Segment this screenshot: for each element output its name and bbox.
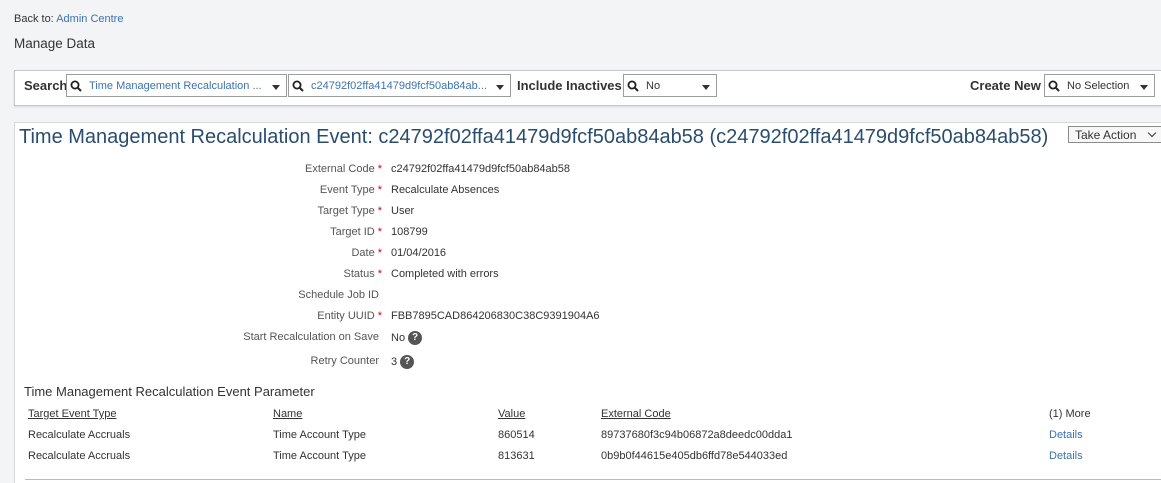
create-new-value: No Selection: [1067, 80, 1130, 92]
field-label-target-type: Target Type *: [317, 205, 382, 217]
chevron-down-icon: [496, 85, 504, 90]
field-value-date: 01/04/2016: [391, 247, 447, 259]
field-label-start-recalculation: Start Recalculation on Save: [243, 331, 379, 343]
include-inactives-label: Include Inactives:: [517, 78, 627, 93]
field-value-external-code: c24792f02ffa41479d9fcf50ab84ab58: [391, 163, 571, 175]
cell-value: 860514: [498, 429, 535, 441]
field-label-retry-counter: Retry Counter: [310, 355, 379, 367]
field-value-target-type: User: [391, 205, 415, 217]
help-icon[interactable]: ?: [400, 355, 415, 369]
record-select[interactable]: c24792f02ffa41479d9fcf50ab84ab...: [288, 74, 511, 97]
take-action-button[interactable]: Take Action: [1068, 126, 1161, 143]
field-value-target-id: 108799: [391, 226, 428, 238]
field-label-schedule-job-id: Schedule Job ID: [298, 289, 379, 301]
cell-name: Time Account Type: [273, 429, 366, 441]
admin-centre-link[interactable]: Admin Centre: [56, 13, 123, 25]
help-icon[interactable]: ?: [408, 331, 423, 345]
page-title: Manage Data: [14, 36, 96, 51]
parameter-section-title: Time Management Recalculation Event Para…: [24, 384, 315, 399]
chevron-down-icon: [1147, 128, 1157, 138]
field-value-status: Completed with errors: [391, 268, 499, 280]
chevron-down-icon: [702, 85, 710, 90]
section-divider: [25, 479, 1161, 480]
object-type-select[interactable]: Time Management Recalculation ...: [66, 74, 287, 97]
search-icon: [1048, 80, 1060, 92]
chevron-down-icon: [1140, 85, 1148, 90]
search-icon: [70, 80, 82, 92]
field-label-status: Status *: [343, 268, 382, 280]
search-label: Search: [24, 78, 68, 93]
breadcrumb-prefix: Back to:: [14, 13, 54, 25]
field-label-external-code: External Code *: [305, 163, 382, 175]
record-panel: Time Management Recalculation Event: c24…: [14, 122, 1161, 483]
cell-external-code: 89737680f3c94b06872a8deedc00dda1: [601, 429, 793, 441]
field-label-entity-uuid: Entity UUID *: [317, 310, 382, 322]
search-icon: [292, 80, 304, 92]
cell-target-event-type: Recalculate Accruals: [28, 450, 131, 462]
object-type-value: Time Management Recalculation ...: [89, 80, 262, 92]
cell-target-event-type: Recalculate Accruals: [28, 429, 131, 441]
cell-name: Time Account Type: [273, 450, 366, 462]
column-header-external-code[interactable]: External Code: [601, 408, 671, 420]
search-icon: [627, 80, 639, 92]
field-label-target-id: Target ID *: [330, 226, 382, 238]
field-label-date: Date *: [351, 247, 382, 259]
details-link[interactable]: Details: [1049, 429, 1083, 441]
include-inactives-select[interactable]: No: [623, 74, 717, 97]
field-label-event-type: Event Type *: [319, 184, 382, 196]
field-value-entity-uuid: FBB7895CAD864206830C38C9391904A6: [391, 310, 600, 322]
column-header-value[interactable]: Value: [498, 408, 525, 420]
take-action-label: Take Action: [1075, 128, 1137, 142]
column-header-name[interactable]: Name: [273, 408, 302, 420]
field-value-retry-counter: 3?: [391, 355, 415, 369]
create-new-select[interactable]: No Selection: [1044, 74, 1155, 97]
include-inactives-value: No: [646, 80, 661, 92]
field-value-start-recalculation: No?: [391, 331, 423, 345]
create-new-label: Create New: [970, 78, 1041, 93]
field-value-event-type: Recalculate Absences: [391, 184, 500, 196]
column-header-target-event-type[interactable]: Target Event Type: [28, 408, 116, 420]
cell-external-code: 0b9b0f44615e405db6ffd78e544033ed: [601, 450, 788, 462]
breadcrumb: Back to: Admin Centre: [14, 13, 123, 25]
column-header-more: (1) More: [1049, 408, 1091, 420]
record-title: Time Management Recalculation Event: c24…: [19, 126, 1049, 148]
search-toolbar: Search Time Management Recalculation ...…: [14, 70, 1161, 106]
record-value: c24792f02ffa41479d9fcf50ab84ab...: [311, 80, 487, 92]
cell-value: 813631: [498, 450, 535, 462]
chevron-down-icon: [272, 85, 280, 90]
details-link[interactable]: Details: [1049, 450, 1083, 462]
